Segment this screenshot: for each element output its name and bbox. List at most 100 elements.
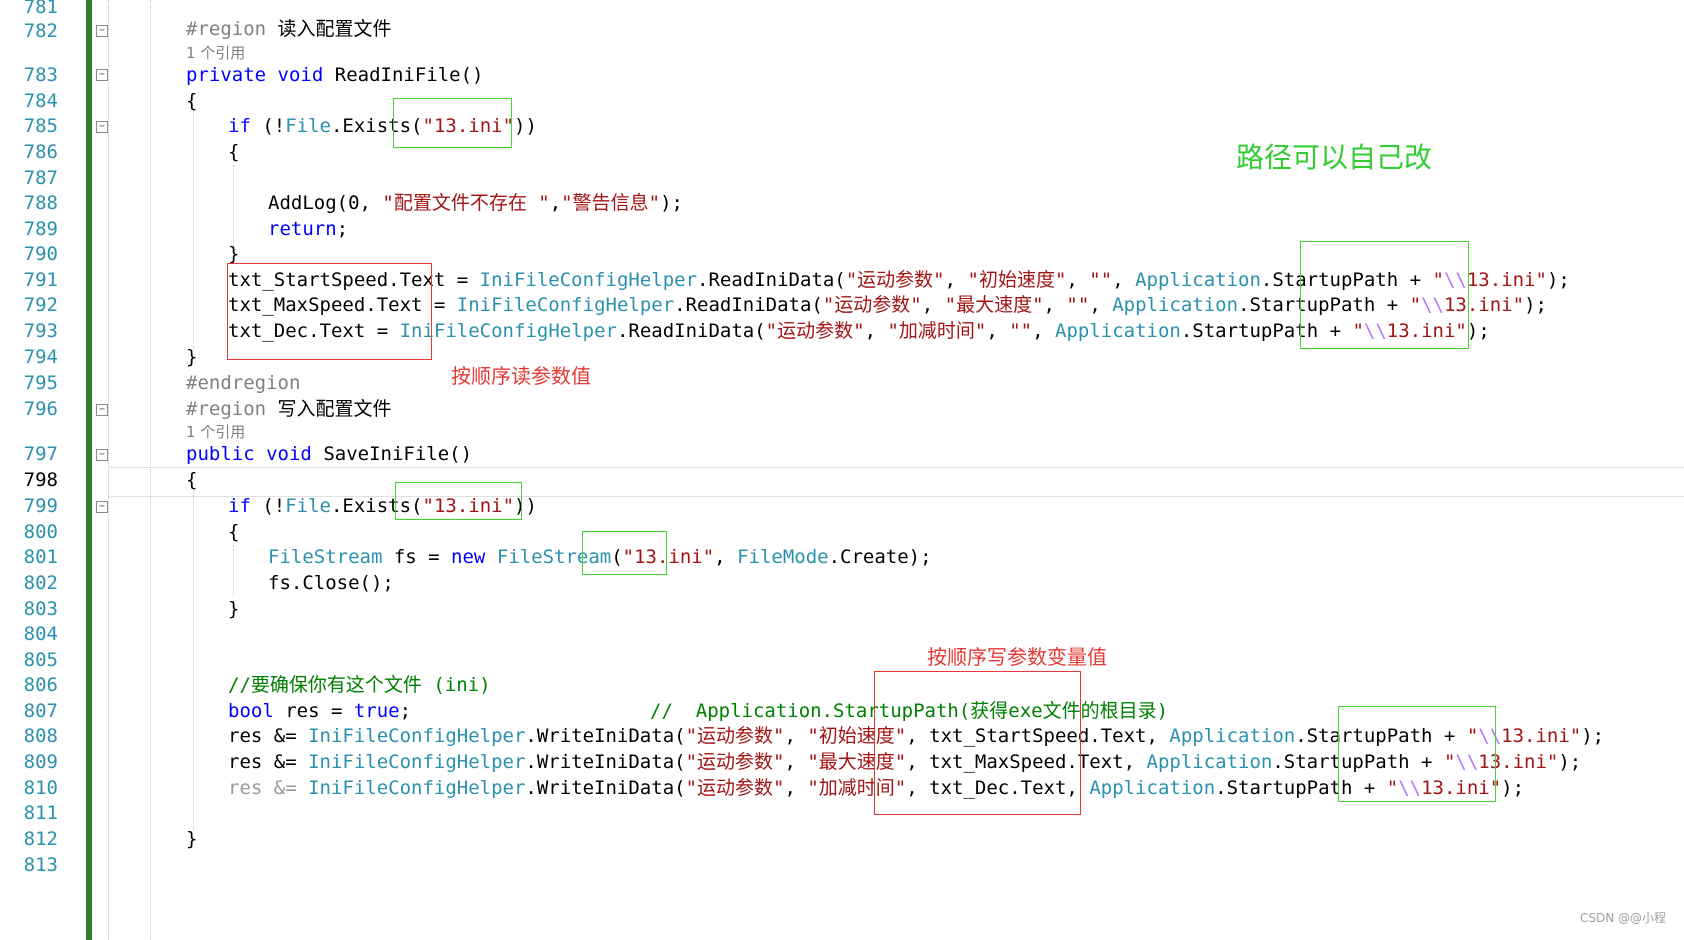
code-line[interactable]: public void SaveIniFile() — [186, 441, 472, 467]
line-number: 799 — [23, 495, 58, 517]
fold-toggle-icon[interactable]: − — [96, 121, 108, 133]
highlight-box — [227, 263, 432, 360]
watermark: CSDN @@小程 — [1579, 911, 1666, 925]
line-number: 793 — [23, 320, 58, 342]
code-line[interactable]: #region 读入配置文件 — [186, 16, 392, 42]
type-token: Application — [1055, 320, 1181, 342]
code-line[interactable]: #region 写入配置文件 — [186, 396, 392, 422]
code-line[interactable]: } — [186, 344, 197, 370]
code-line[interactable]: { — [186, 467, 197, 493]
code-token: .Create); — [828, 546, 932, 568]
fold-toggle-icon[interactable]: − — [96, 501, 108, 513]
fold-toggle-icon[interactable]: − — [96, 404, 108, 416]
code-token: , — [944, 269, 968, 291]
change-tracking-bar — [86, 0, 92, 940]
line-number: 795 — [23, 372, 58, 394]
highlight-box — [1300, 241, 1469, 349]
line-number: 801 — [23, 546, 58, 568]
code-token: ); — [1501, 777, 1525, 799]
code-token: ; — [399, 700, 412, 722]
code-token: = — [445, 269, 480, 291]
code-line[interactable]: } — [186, 826, 197, 852]
code-token: ); — [660, 192, 683, 214]
keyword: return — [268, 218, 337, 240]
line-number: 790 — [23, 243, 58, 265]
code-line[interactable]: { — [228, 139, 239, 165]
type-token: File — [285, 495, 331, 517]
type-token: FileStream — [268, 546, 383, 568]
line-number: 804 — [23, 623, 58, 645]
code-line[interactable]: bool res = true; — [228, 698, 411, 724]
fold-toggle-icon[interactable]: − — [96, 69, 108, 81]
code-token: , — [1146, 725, 1170, 747]
fold-toggle-icon[interactable]: − — [96, 449, 108, 461]
code-token: .ReadIniData( — [616, 320, 766, 342]
indent-guide — [233, 545, 234, 595]
line-number: 794 — [23, 346, 58, 368]
line-number: 810 — [23, 777, 58, 799]
code-editor[interactable]: 781 782 783 784 785 786 787 788 789 790 791 792 793 7… — [0, 0, 1684, 940]
code-token: , — [864, 320, 888, 342]
string-literal: "初始速度" — [967, 269, 1067, 291]
code-line[interactable]: } — [228, 596, 239, 622]
code-line[interactable]: { — [228, 519, 239, 545]
string-literal: "最大速度" — [944, 294, 1044, 316]
line-number: 787 — [23, 167, 58, 189]
type-token: IniFileConfigHelper — [308, 777, 526, 799]
code-token: , — [784, 725, 808, 747]
code-line[interactable]: //要确保你有这个文件 (ini) — [228, 672, 491, 698]
code-line[interactable]: #endregion — [186, 370, 300, 396]
code-line[interactable]: AddLog(0, "配置文件不存在 ","警告信息"); — [268, 190, 683, 216]
line-number: 786 — [23, 141, 58, 163]
type-token: File — [285, 115, 331, 137]
string-literal: "" — [1066, 294, 1090, 316]
line-number: 785 — [23, 115, 58, 137]
code-token: ); — [1546, 269, 1570, 291]
code-token: ); — [1466, 320, 1490, 342]
region-name: 写入配置文件 — [266, 398, 392, 420]
code-token: fs = — [382, 546, 452, 568]
line-number: 782 — [23, 20, 58, 42]
code-token: , — [549, 192, 562, 214]
reference-count-link[interactable]: 1 个引用 — [186, 42, 245, 63]
code-token: AddLog(0, — [268, 192, 383, 214]
code-line[interactable]: return; — [268, 216, 348, 242]
keyword: public — [186, 443, 255, 465]
line-number: 805 — [23, 649, 58, 671]
code-token: , — [1112, 269, 1136, 291]
string-literal: 13.ini" — [1501, 725, 1582, 747]
type-token: Application — [1135, 269, 1261, 291]
code-token: , — [1089, 294, 1113, 316]
reference-count-link[interactable]: 1 个引用 — [186, 421, 245, 442]
line-number: 783 — [23, 64, 58, 86]
line-number: 796 — [23, 398, 58, 420]
string-literal: "加减时间" — [887, 320, 987, 342]
line-number: 791 — [23, 269, 58, 291]
preprocessor-token: #region — [186, 398, 267, 420]
method-name: SaveIniFile() — [323, 443, 473, 465]
line-number: 789 — [23, 218, 58, 240]
type-token: IniFileConfigHelper — [456, 294, 675, 316]
type-token: IniFileConfigHelper — [308, 751, 526, 773]
type-token: Application — [1112, 294, 1239, 316]
code-line[interactable]: fs.Close(); — [268, 570, 394, 596]
keyword: bool — [228, 700, 274, 722]
fold-toggle-icon[interactable]: − — [96, 25, 108, 37]
code-line[interactable]: { — [186, 88, 197, 114]
line-number: 781 — [23, 0, 58, 18]
type-token: Application — [1169, 725, 1296, 747]
keyword: true — [353, 700, 400, 722]
keyword: private — [186, 64, 267, 86]
type-token: IniFileConfigHelper — [479, 269, 698, 291]
code-token: )) — [514, 115, 537, 137]
code-token: res &= — [228, 751, 309, 773]
line-number: 807 — [23, 700, 58, 722]
line-number: 797 — [23, 443, 58, 465]
keyword: if — [228, 115, 251, 137]
code-token: ); — [1558, 751, 1582, 773]
code-line[interactable]: private void ReadIniFile() — [186, 62, 483, 88]
string-literal: "警告信息" — [561, 192, 661, 214]
code-token: , — [784, 777, 808, 799]
highlight-box — [1338, 706, 1496, 802]
annotation-write-note: 按顺序写参数变量值 — [927, 645, 1107, 669]
